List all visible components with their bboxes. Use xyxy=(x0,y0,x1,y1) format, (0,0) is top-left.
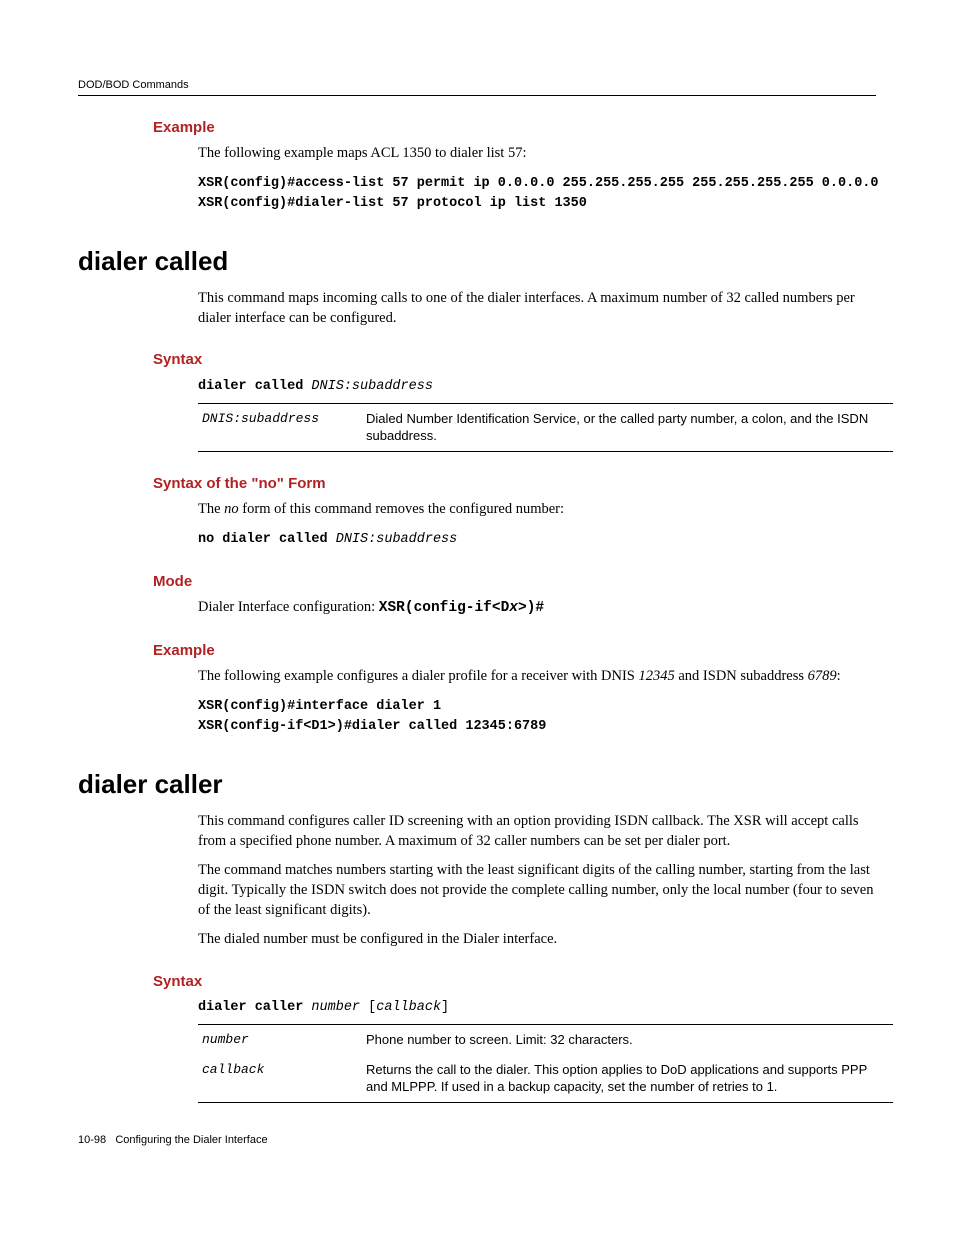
example-intro-1: The following example maps ACL 1350 to d… xyxy=(198,144,876,164)
footer-title: Configuring the Dialer Interface xyxy=(115,1134,267,1146)
syntax-heading-1: Syntax xyxy=(153,350,876,370)
param-name: DNIS:subaddress xyxy=(198,403,362,451)
example-code-1: XSR(config)#access-list 57 permit ip 0.0… xyxy=(198,174,876,215)
example-heading-2: Example xyxy=(153,641,876,661)
dialer-caller-desc2: The command matches numbers starting wit… xyxy=(198,861,876,920)
example-code-2: XSR(config)#interface dialer 1 XSR(confi… xyxy=(198,697,876,738)
params-table-2: number Phone number to screen. Limit: 32… xyxy=(198,1024,893,1103)
dialer-caller-desc3: The dialed number must be configured in … xyxy=(198,930,876,950)
example-heading-1: Example xyxy=(153,118,876,138)
command-title-dialer-called: dialer called xyxy=(78,244,876,279)
table-row: callback Returns the call to the dialer.… xyxy=(198,1055,893,1103)
params-table-1: DNIS:subaddress Dialed Number Identifica… xyxy=(198,403,893,452)
mode-text: Dialer Interface configuration: XSR(conf… xyxy=(198,598,876,619)
page-number: 10-98 xyxy=(78,1134,106,1146)
param-name: callback xyxy=(198,1055,362,1103)
table-row: number Phone number to screen. Limit: 32… xyxy=(198,1025,893,1055)
page-footer: 10-98 Configuring the Dialer Interface xyxy=(78,1133,876,1148)
example-intro-2: The following example configures a diale… xyxy=(198,667,876,687)
param-desc: Phone number to screen. Limit: 32 charac… xyxy=(362,1025,893,1055)
no-form-intro: The no form of this command removes the … xyxy=(198,500,876,520)
dialer-caller-desc1: This command configures caller ID screen… xyxy=(198,812,876,851)
command-title-dialer-caller: dialer caller xyxy=(78,767,876,802)
mode-heading: Mode xyxy=(153,572,876,592)
running-header: DOD/BOD Commands xyxy=(78,78,876,96)
dialer-called-desc: This command maps incoming calls to one … xyxy=(198,289,876,328)
syntax-heading-2: Syntax xyxy=(153,972,876,992)
param-name: number xyxy=(198,1025,362,1055)
param-desc: Returns the call to the dialer. This opt… xyxy=(362,1055,893,1103)
no-form-heading: Syntax of the "no" Form xyxy=(153,474,876,494)
syntax-line-1: dialer called DNIS:subaddress xyxy=(198,377,876,397)
syntax-line-2: dialer caller number [callback] xyxy=(198,998,876,1018)
param-desc: Dialed Number Identification Service, or… xyxy=(362,403,893,451)
no-form-code: no dialer called DNIS:subaddress xyxy=(198,530,876,550)
table-row: DNIS:subaddress Dialed Number Identifica… xyxy=(198,403,893,451)
